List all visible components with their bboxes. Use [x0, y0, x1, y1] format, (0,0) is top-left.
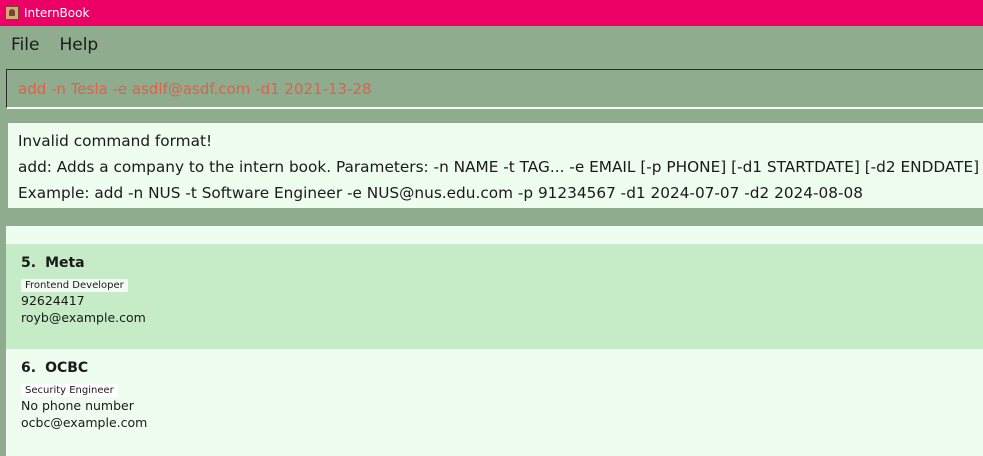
window-title: InternBook	[24, 6, 90, 20]
company-name: OCBC	[45, 360, 89, 376]
company-title: 5. Meta	[21, 253, 983, 273]
company-tag: Frontend Developer	[21, 279, 128, 292]
app-icon	[5, 6, 19, 20]
company-name: Meta	[45, 255, 85, 271]
company-list[interactable]: 5. Meta Frontend Developer 92624417 royb…	[6, 226, 983, 456]
company-phone: No phone number	[21, 398, 134, 413]
result-line: add: Adds a company to the intern book. …	[18, 158, 980, 176]
company-card[interactable]: 5. Meta Frontend Developer 92624417 royb…	[6, 244, 983, 349]
menu-help[interactable]: Help	[49, 35, 108, 55]
company-index: 6.	[21, 360, 37, 376]
menu-bar: File Help	[0, 26, 983, 64]
menu-file[interactable]: File	[0, 35, 49, 55]
result-line: Invalid command format!	[18, 132, 213, 150]
company-phone: 92624417	[21, 293, 85, 308]
result-display: Invalid command format! add: Adds a comp…	[8, 123, 983, 208]
company-card[interactable]: 6. OCBC Security Engineer No phone numbe…	[6, 349, 983, 456]
command-input[interactable]	[7, 70, 983, 107]
company-email: royb@example.com	[21, 310, 146, 325]
company-title: 6. OCBC	[21, 358, 983, 378]
company-tag: Security Engineer	[21, 384, 118, 397]
command-box	[6, 69, 983, 109]
result-line: Example: add -n NUS -t Software Engineer…	[18, 184, 863, 202]
company-index: 5.	[21, 255, 37, 271]
company-email: ocbc@example.com	[21, 415, 148, 430]
title-bar: InternBook	[0, 0, 983, 26]
